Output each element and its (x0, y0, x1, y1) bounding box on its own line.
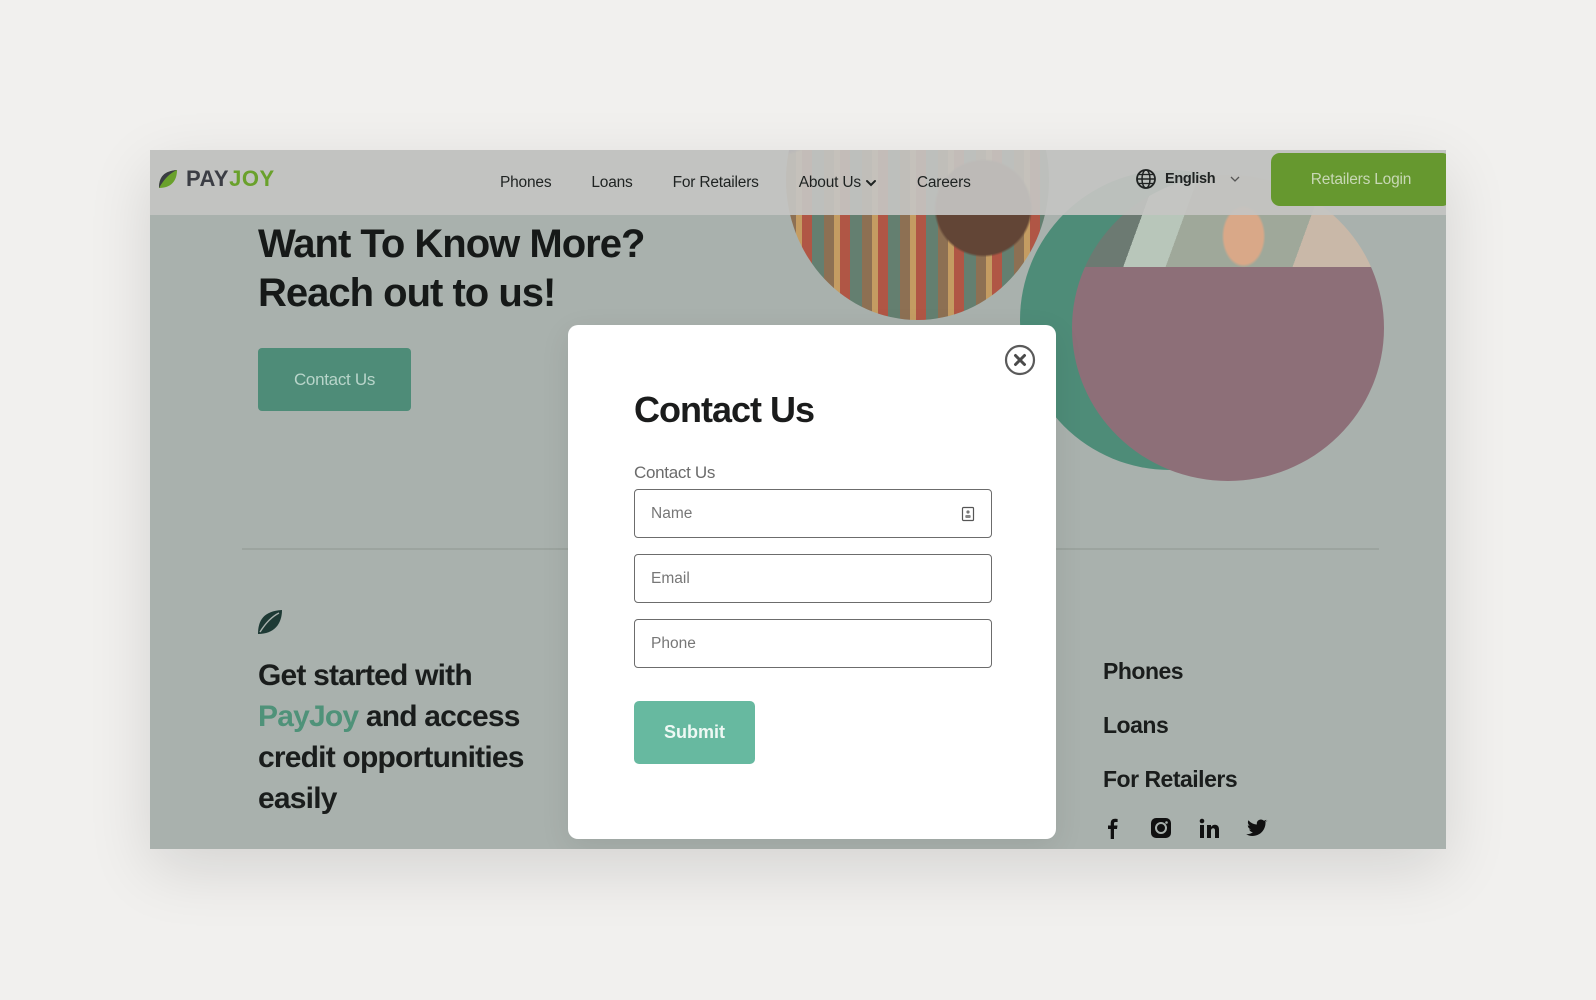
top-navbar: PAYJOY Phones Loans For Retailers About … (150, 150, 1446, 215)
payjoy-logo[interactable]: PAYJOY (156, 166, 275, 192)
hero-title: Want To Know More? Reach out to us! (258, 220, 645, 318)
contact-card-icon[interactable] (961, 506, 975, 522)
footer-link-for-retailers[interactable]: For Retailers (1103, 766, 1238, 793)
hero-title-line1: Want To Know More? (258, 222, 645, 266)
hero-photo-man-on-phone (1072, 175, 1384, 481)
footer-link-loans[interactable]: Loans (1103, 712, 1237, 739)
tagline-pre: Get started with (258, 659, 473, 692)
footer-tagline: Get started with PayJoy and access credi… (258, 655, 558, 819)
retailers-login-button[interactable]: Retailers Login (1271, 153, 1446, 206)
leaf-logo-icon (258, 610, 282, 634)
tagline-brand: PayJoy (258, 700, 359, 733)
phone-field[interactable] (634, 619, 992, 668)
facebook-icon[interactable] (1102, 817, 1124, 839)
submit-button[interactable]: Submit (634, 701, 755, 764)
form-section-label: Contact Us (634, 463, 716, 482)
nav-for-retailers[interactable]: For Retailers (673, 174, 759, 192)
name-input[interactable] (651, 504, 961, 523)
footer-links: Phones Loans For Retailers (1103, 658, 1238, 793)
logo-text-pay: PAY (186, 166, 230, 191)
twitter-icon[interactable] (1246, 817, 1268, 839)
linkedin-icon[interactable] (1198, 817, 1220, 839)
close-icon[interactable] (1004, 344, 1036, 376)
logo-text-joy: JOY (229, 166, 275, 191)
main-nav: Phones Loans For Retailers About Us Care… (500, 150, 971, 215)
language-selected: English (1165, 171, 1216, 187)
language-selector[interactable]: English (1135, 168, 1241, 190)
social-links (1102, 817, 1268, 839)
nav-about-us[interactable]: About Us (799, 174, 877, 192)
footer-link-phones[interactable]: Phones (1103, 658, 1237, 685)
globe-icon (1136, 169, 1156, 189)
nav-about-us-label: About Us (798, 173, 861, 191)
hero-title-line2: Reach out to us! (258, 271, 556, 315)
leaf-logo-icon (159, 170, 177, 188)
chevron-down-icon (1230, 176, 1240, 182)
nav-phones[interactable]: Phones (500, 174, 552, 192)
nav-careers[interactable]: Careers (917, 174, 971, 192)
email-input[interactable] (651, 569, 975, 588)
nav-loans[interactable]: Loans (591, 174, 632, 192)
browser-viewport: PAYJOY Phones Loans For Retailers About … (150, 150, 1446, 849)
contact-us-modal: Contact Us Contact Us Submit (568, 325, 1056, 839)
name-field[interactable] (634, 489, 992, 538)
modal-title: Contact Us (634, 389, 815, 430)
hero-contact-us-button[interactable]: Contact Us (258, 348, 411, 411)
instagram-icon[interactable] (1150, 817, 1172, 839)
phone-input[interactable] (651, 634, 975, 653)
chevron-down-icon (865, 179, 876, 186)
email-field[interactable] (634, 554, 992, 603)
